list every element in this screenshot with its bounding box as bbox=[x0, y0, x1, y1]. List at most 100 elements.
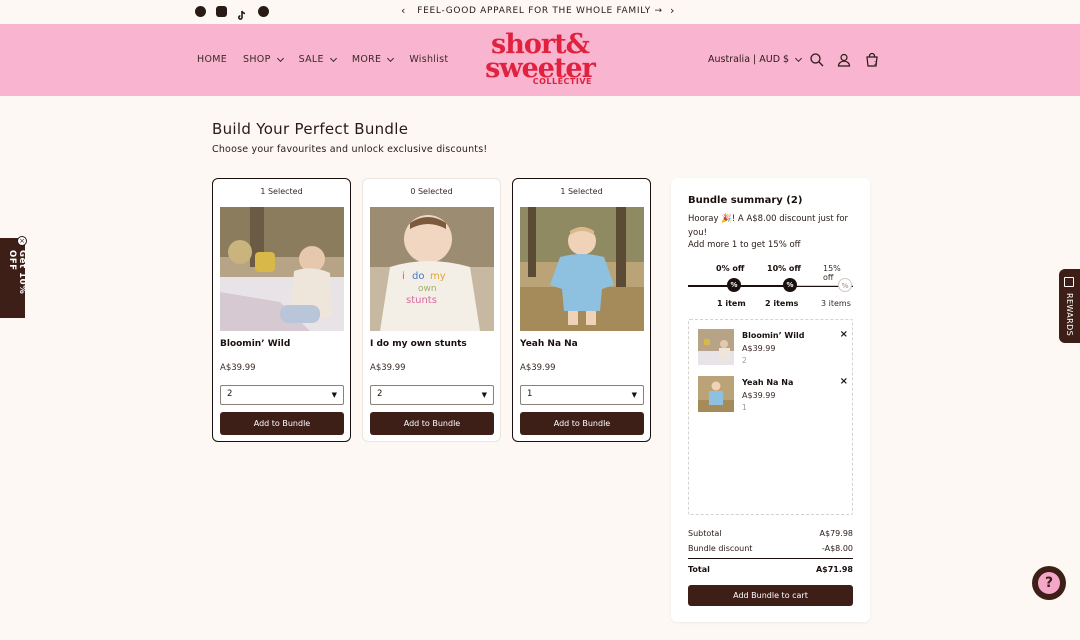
bundle-summary: Bundle summary (2) Hooray 🎉! A A$8.00 di… bbox=[671, 178, 870, 622]
tier-marker-icon: % bbox=[727, 278, 741, 292]
bundle-item-name: Yeah Na Na bbox=[742, 378, 794, 387]
product-name: Yeah Na Na bbox=[520, 339, 578, 349]
nav-label: Wishlist bbox=[409, 54, 449, 65]
main-nav: HOME SHOP SALE MORE Wishlist bbox=[197, 54, 448, 65]
quantity-select[interactable]: 2 ▼ bbox=[220, 385, 344, 405]
bundle-item-thumbnail bbox=[698, 376, 734, 412]
product-image[interactable]: i do my own stunts bbox=[370, 207, 494, 331]
svg-text:i: i bbox=[402, 271, 405, 282]
chevron-down-icon bbox=[329, 54, 337, 62]
svg-text:stunts: stunts bbox=[406, 295, 437, 306]
bundle-item-thumbnail bbox=[698, 329, 734, 365]
quantity-value: 1 bbox=[527, 389, 533, 399]
nav-item-wishlist[interactable]: Wishlist bbox=[409, 54, 448, 65]
product-price: A$39.99 bbox=[370, 363, 406, 373]
add-to-bundle-button[interactable]: Add to Bundle bbox=[220, 412, 344, 435]
discount-label: Bundle discount bbox=[688, 544, 753, 553]
quantity-select[interactable]: 1 ▼ bbox=[520, 385, 644, 405]
product-image[interactable] bbox=[520, 207, 644, 331]
product-card-bloomin-wild[interactable]: 1 Selected Bloomin’ Wild A$39.99 2 ▼ Add… bbox=[212, 178, 351, 442]
announcement-next-button[interactable]: › bbox=[670, 4, 674, 17]
tier-item-label: 3 items bbox=[821, 299, 851, 308]
quantity-value: 2 bbox=[227, 389, 233, 399]
tier-marker-icon: % bbox=[838, 278, 852, 292]
product-card-i-do-my-own-stunts[interactable]: 0 Selected i do my own stunts I do my ow… bbox=[362, 178, 501, 442]
bundle-item-list: Bloomin’ Wild A$39.99 2 × Yeah Na Na A$3… bbox=[688, 319, 853, 515]
product-image[interactable] bbox=[220, 207, 344, 331]
nav-item-home[interactable]: HOME bbox=[197, 54, 227, 65]
add-bundle-to-cart-button[interactable]: Add Bundle to cart bbox=[688, 585, 853, 606]
bundle-item-price: A$39.99 bbox=[742, 391, 776, 400]
account-icon[interactable] bbox=[836, 52, 852, 68]
product-price: A$39.99 bbox=[220, 363, 256, 373]
cart-count: 2 bbox=[874, 61, 878, 67]
page-subtitle: Choose your favourites and unlock exclus… bbox=[212, 144, 488, 155]
bundle-item-qty: 2 bbox=[742, 356, 747, 365]
add-to-bundle-button[interactable]: Add to Bundle bbox=[520, 412, 644, 435]
quantity-value: 2 bbox=[377, 389, 383, 399]
nav-item-more[interactable]: MORE bbox=[352, 54, 395, 65]
gift-icon bbox=[1064, 277, 1074, 287]
product-name: Bloomin’ Wild bbox=[220, 339, 291, 349]
remove-item-button[interactable]: × bbox=[840, 329, 848, 340]
chevron-down-icon bbox=[795, 54, 803, 62]
discount-message: Hooray 🎉! A A$8.00 discount just for you… bbox=[688, 214, 849, 238]
add-more-message: Add more 1 to get 15% off bbox=[688, 240, 801, 250]
cart-icon[interactable]: 2 bbox=[864, 52, 880, 68]
tier-discount-label: 10% off bbox=[767, 264, 801, 273]
total-value: A$71.98 bbox=[815, 565, 853, 574]
rewards-label: REWARDS bbox=[1065, 293, 1074, 337]
page-title: Build Your Perfect Bundle bbox=[212, 120, 409, 138]
bundle-item-qty: 1 bbox=[742, 403, 747, 412]
nav-item-shop[interactable]: SHOP bbox=[243, 54, 284, 65]
subtotal-label: Subtotal bbox=[688, 529, 722, 538]
nav-item-sale[interactable]: SALE bbox=[299, 54, 337, 65]
bundle-item-price: A$39.99 bbox=[742, 344, 776, 353]
total-row: Total A$71.98 bbox=[688, 565, 853, 574]
dropdown-arrow-icon: ▼ bbox=[481, 391, 487, 399]
selected-count: 1 Selected bbox=[260, 187, 303, 196]
total-label: Total bbox=[688, 565, 710, 574]
logo-line-3: COLLECTIVE bbox=[532, 77, 592, 86]
tier-discount-label: 0% off bbox=[716, 264, 745, 273]
discount-row: Bundle discount -A$8.00 bbox=[688, 544, 853, 553]
announcement-bar: ‹ FEEL-GOOD APPAREL FOR THE WHOLE FAMILY… bbox=[0, 0, 1080, 24]
discount-tier-progress: 0% off 10% off 15% off % % % 1 item 2 it… bbox=[688, 264, 853, 310]
search-icon[interactable] bbox=[809, 52, 825, 68]
product-card-yeah-na-na[interactable]: 1 Selected Yeah Na Na A$39.99 1 ▼ Add to… bbox=[512, 178, 651, 442]
add-to-bundle-button[interactable]: Add to Bundle bbox=[370, 412, 494, 435]
tier-marker-icon: % bbox=[783, 278, 797, 292]
tier-item-label: 1 item bbox=[717, 299, 746, 308]
subtotal-row: Subtotal A$79.98 bbox=[688, 529, 853, 538]
dropdown-arrow-icon: ▼ bbox=[631, 391, 637, 399]
bundle-item: Bloomin’ Wild A$39.99 2 × bbox=[698, 329, 848, 369]
currency-selector[interactable]: Australia | AUD $ bbox=[708, 54, 803, 65]
discount-popup-tab[interactable]: Get 10% OFF bbox=[0, 238, 27, 318]
chevron-down-icon bbox=[276, 54, 284, 62]
product-name: I do my own stunts bbox=[370, 339, 467, 349]
subtotal-value: A$79.98 bbox=[819, 529, 853, 538]
nav-label: HOME bbox=[197, 54, 228, 65]
selected-count: 1 Selected bbox=[560, 187, 603, 196]
discount-tab-label: Get 10% OFF bbox=[7, 250, 27, 295]
product-price: A$39.99 bbox=[520, 363, 556, 373]
help-chat-button[interactable]: ? bbox=[1032, 566, 1066, 600]
summary-divider bbox=[688, 558, 853, 559]
help-icon: ? bbox=[1038, 572, 1060, 594]
bundle-item: Yeah Na Na A$39.99 1 × bbox=[698, 376, 848, 416]
dropdown-arrow-icon: ▼ bbox=[331, 391, 337, 399]
announcement-text[interactable]: FEEL-GOOD APPAREL FOR THE WHOLE FAMILY → bbox=[0, 6, 1080, 16]
brand-logo[interactable]: short& sweeter COLLECTIVE bbox=[478, 30, 602, 92]
selected-count: 0 Selected bbox=[410, 187, 453, 196]
remove-item-button[interactable]: × bbox=[840, 376, 848, 387]
svg-text:own: own bbox=[418, 284, 437, 294]
svg-text:my: my bbox=[430, 271, 446, 282]
summary-title: Bundle summary (2) bbox=[688, 195, 803, 206]
svg-text:do: do bbox=[412, 271, 424, 282]
bundle-item-name: Bloomin’ Wild bbox=[742, 331, 805, 340]
close-icon[interactable]: × bbox=[17, 236, 27, 246]
site-header: HOME SHOP SALE MORE Wishlist short& swee… bbox=[0, 24, 1080, 96]
chevron-down-icon bbox=[387, 54, 395, 62]
rewards-tab[interactable]: REWARDS bbox=[1059, 269, 1080, 343]
quantity-select[interactable]: 2 ▼ bbox=[370, 385, 494, 405]
